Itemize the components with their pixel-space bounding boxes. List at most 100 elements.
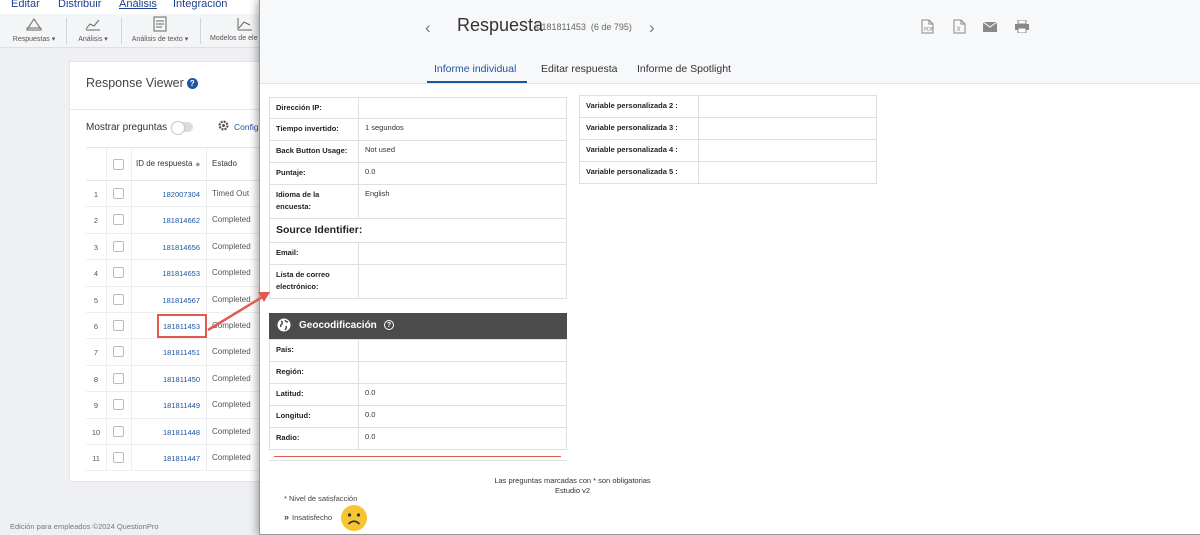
satisfaction-question: * Nivel de satisfacción xyxy=(284,494,358,503)
satisfaction-answer-text: Insatisfecho xyxy=(292,513,333,522)
email-icon[interactable] xyxy=(983,22,997,32)
tab-editar-respuesta[interactable]: Editar respuesta xyxy=(541,63,617,75)
table-row[interactable]: 11 181811447 Completed xyxy=(86,444,270,472)
field-label: Variable personalizada 3 : xyxy=(579,117,699,140)
panel-header: ‹ Respuesta # 181811453 (6 de 795) › PDF… xyxy=(260,0,1200,84)
show-questions-label: Mostrar preguntas xyxy=(86,122,168,133)
excel-icon[interactable]: X xyxy=(953,19,966,34)
menu-editar[interactable]: Editar xyxy=(11,0,40,10)
field-label: Puntaje: xyxy=(269,162,359,185)
help-icon[interactable]: ? xyxy=(186,78,198,89)
show-questions-toggle[interactable] xyxy=(171,121,193,135)
response-count: (6 de 795) xyxy=(590,22,632,32)
row-checkbox[interactable] xyxy=(113,293,124,305)
table-row[interactable]: 1 182007304 Timed Out xyxy=(86,181,270,208)
active-tab-indicator xyxy=(427,81,527,83)
column-divider xyxy=(106,418,107,444)
row-checkbox[interactable] xyxy=(113,425,124,437)
response-id-link[interactable]: 182007304 xyxy=(134,190,200,199)
responses-table: ID de respuesta ◆ Estado 1 182007304 Timed … xyxy=(86,147,270,472)
table-row[interactable]: 4 181814653 Completed xyxy=(86,260,270,287)
row-checkbox[interactable] xyxy=(113,399,124,411)
row-checkbox[interactable] xyxy=(113,346,124,358)
response-id-link[interactable]: 181811447 xyxy=(134,454,200,463)
column-divider xyxy=(106,148,107,180)
response-status: Completed xyxy=(212,373,251,383)
field-label: Lista de correo electrónico: xyxy=(269,264,359,299)
column-divider xyxy=(206,444,207,471)
table-row[interactable]: 10 181811448 Completed xyxy=(86,418,270,445)
geocoding-header: Geocodificación ? xyxy=(269,313,567,339)
row-checkbox[interactable] xyxy=(113,319,124,331)
tab-informe-individual[interactable]: Informe individual xyxy=(434,63,516,75)
field-value xyxy=(698,117,877,140)
detail-row: Back Button Usage: Not used xyxy=(269,140,567,163)
table-row[interactable]: 5 181814567 Completed xyxy=(86,286,270,313)
menu-analisis[interactable]: Análisis xyxy=(119,0,157,10)
response-id-link[interactable]: 181811449 xyxy=(134,401,200,410)
row-checkbox[interactable] xyxy=(113,372,124,384)
row-number: 6 xyxy=(93,321,99,331)
response-id-link[interactable]: 181814656 xyxy=(134,243,200,252)
field-value: Not used xyxy=(358,140,567,163)
response-id-link[interactable]: 181811448 xyxy=(134,428,200,437)
column-divider xyxy=(106,260,107,286)
row-checkbox[interactable] xyxy=(113,451,124,463)
response-id-link[interactable]: 181814567 xyxy=(134,296,200,305)
table-row[interactable]: 9 181811449 Completed xyxy=(86,392,270,419)
row-number: 10 xyxy=(91,427,101,437)
detail-row: Variable personalizada 4 : xyxy=(579,139,877,162)
column-divider xyxy=(206,260,207,286)
next-response-button[interactable]: › xyxy=(649,18,655,38)
table-row[interactable]: 3 181814656 Completed xyxy=(86,233,270,261)
field-value: 1 segundos xyxy=(358,118,567,141)
analysis-chart-icon xyxy=(85,19,100,31)
row-checkbox[interactable] xyxy=(113,267,124,279)
help-icon[interactable]: ? xyxy=(384,320,394,330)
toolbar-analisis[interactable]: Análisis ▾ xyxy=(74,16,112,43)
toolbar-modelos[interactable]: Modelos de ele xyxy=(210,16,258,42)
toolbar-divider xyxy=(200,18,201,44)
tab-informe-spotlight[interactable]: Informe de Spotlight xyxy=(637,63,731,75)
column-divider xyxy=(106,392,107,418)
field-label: Dirección IP: xyxy=(269,97,359,119)
table-row[interactable]: 2 181814662 Completed xyxy=(86,207,270,234)
detail-row: Longitud: 0.0 xyxy=(269,405,567,428)
toolbar-respuestas[interactable]: Respuestas ▾ xyxy=(10,16,58,43)
detail-row: Variable personalizada 5 : xyxy=(579,161,877,184)
table-row[interactable]: 7 181811451 Completed xyxy=(86,339,270,366)
pdf-icon[interactable]: PDF xyxy=(921,19,934,34)
config-link[interactable]: Config xyxy=(234,122,259,132)
column-id-header[interactable]: ID de respuesta ◆ xyxy=(136,159,200,168)
response-id-link[interactable]: 181814662 xyxy=(134,216,200,225)
response-status: Completed xyxy=(212,215,251,225)
column-divider xyxy=(131,148,132,180)
print-icon[interactable] xyxy=(1015,20,1029,33)
row-checkbox[interactable] xyxy=(113,214,124,226)
toolbar-analisis-texto[interactable]: Análisis de texto ▾ xyxy=(129,16,191,43)
response-detail-panel: ‹ Respuesta # 181811453 (6 de 795) › PDF… xyxy=(259,0,1200,535)
menu-distribuir[interactable]: Distribuir xyxy=(58,0,101,10)
field-value xyxy=(358,264,567,299)
detail-row: País: xyxy=(269,339,567,362)
row-checkbox[interactable] xyxy=(113,188,124,199)
column-divider xyxy=(106,233,107,260)
field-value xyxy=(698,139,877,162)
menu-integracion[interactable]: Integración xyxy=(173,0,227,10)
select-all-checkbox[interactable] xyxy=(113,159,124,170)
response-id-link[interactable]: 181811450 xyxy=(134,375,200,384)
source-identifier-title: Source Identifier: xyxy=(269,218,567,243)
table-row[interactable]: 8 181811450 Completed xyxy=(86,365,270,393)
row-number: 4 xyxy=(93,269,99,279)
row-checkbox[interactable] xyxy=(113,240,124,252)
response-id-link[interactable]: 181814653 xyxy=(134,269,200,278)
previous-response-button[interactable]: ‹ xyxy=(425,18,431,38)
response-id-link[interactable]: 181811451 xyxy=(134,348,200,357)
svg-text:X: X xyxy=(957,26,961,33)
field-value: 0.0 xyxy=(358,383,567,406)
column-status-header: Estado xyxy=(212,159,237,168)
toolbar-divider xyxy=(121,18,122,44)
column-divider xyxy=(206,148,207,180)
gear-icon[interactable] xyxy=(217,119,230,132)
column-divider xyxy=(106,312,107,339)
